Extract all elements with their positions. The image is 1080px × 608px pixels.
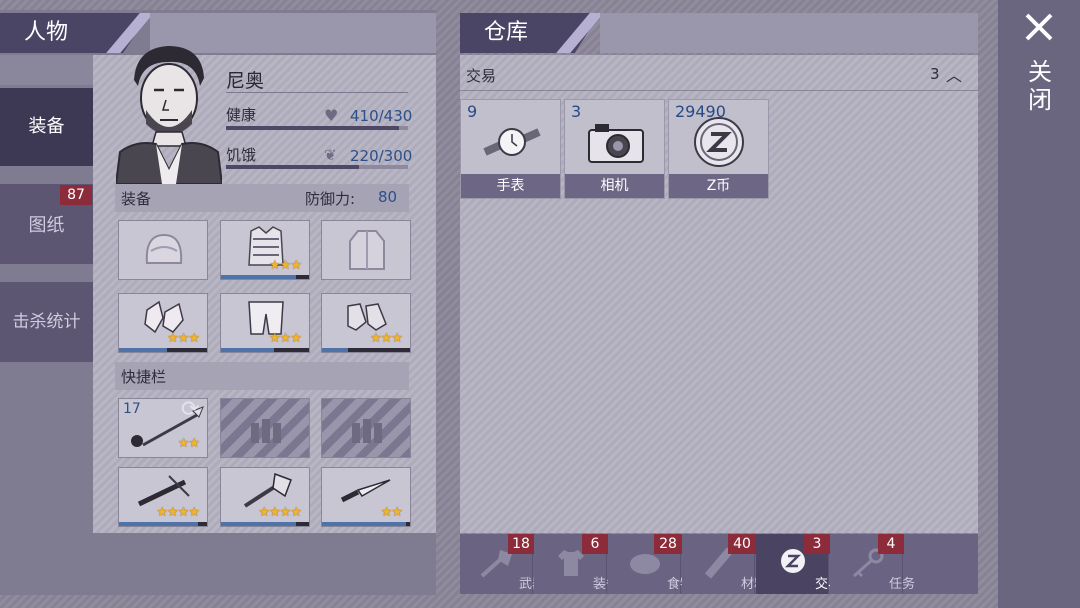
character-name: 尼奥 — [226, 70, 265, 92]
camera-icon — [588, 124, 644, 163]
jacket-icon — [349, 230, 385, 270]
item-count: 3 — [571, 102, 582, 121]
knife-icon — [340, 479, 391, 503]
durability-fill — [221, 275, 296, 279]
tab-badge: 40 — [728, 534, 756, 554]
quickbar-slot-axe[interactable]: ★★★★ — [220, 467, 310, 527]
equip-slot-gloves[interactable]: ★★★ — [118, 293, 208, 353]
z-coin-icon — [694, 117, 744, 167]
equip-slot-jacket[interactable] — [321, 220, 411, 280]
durability-bar — [221, 275, 309, 279]
durability-fill — [322, 522, 406, 526]
hunger-bar — [226, 165, 408, 169]
item-z-coin[interactable]: 29490 Z币 — [668, 99, 769, 199]
watch-icon — [483, 128, 541, 156]
durability-bar — [221, 348, 309, 352]
quickbar-slot-crossbow[interactable]: ★★★★ — [118, 467, 208, 527]
gloves-stars: ★★★ — [167, 331, 200, 346]
equip-slot-pants[interactable]: ★★★ — [220, 293, 310, 353]
tab-equipment[interactable]: 装备 — [0, 88, 93, 166]
stomach-icon: ❦ — [324, 146, 337, 164]
durability-fill — [119, 522, 199, 526]
tab-blueprints-label: 图纸 — [28, 215, 65, 236]
defense-label: 防御力: — [305, 190, 356, 208]
boots-stars: ★★★ — [370, 331, 403, 346]
locked-slot-icon — [352, 419, 382, 443]
hunger-value: 220/300 — [350, 147, 413, 165]
item-count: 9 — [467, 102, 478, 121]
durability-fill — [119, 348, 168, 352]
durability-bar — [322, 522, 410, 526]
health-bar-fill — [226, 126, 399, 130]
durability-fill — [221, 522, 296, 526]
quickbar-header: 快捷栏 — [115, 362, 409, 390]
quickbar-slot-locked — [220, 398, 310, 458]
health-label: 健康 — [226, 106, 257, 124]
tab-badge: 6 — [582, 534, 608, 554]
quickbar-slot-knife[interactable]: ★★ — [321, 467, 411, 527]
tab-badge: 28 — [654, 534, 682, 554]
item-camera[interactable]: 3 相机 — [564, 99, 665, 199]
pants-stars: ★★★ — [269, 331, 302, 346]
tab-label: 任务 — [888, 577, 915, 592]
defense-value: 80 — [378, 188, 398, 206]
spear-stars: ★★ — [177, 436, 200, 451]
helmet-icon — [145, 233, 183, 264]
equip-slot-boots[interactable]: ★★★ — [321, 293, 411, 353]
character-portrait — [114, 40, 224, 185]
tab-badge: 18 — [508, 534, 534, 554]
heart-icon: ♥ — [324, 106, 339, 125]
item-watch[interactable]: 9 手表 — [460, 99, 561, 199]
blueprints-badge: 87 — [60, 185, 92, 205]
quickbar-slot-locked — [321, 398, 411, 458]
durability-bar — [221, 522, 309, 526]
tab-kill-stats[interactable]: 击杀统计 — [0, 282, 93, 362]
durability-fill — [322, 348, 349, 352]
close-icon[interactable] — [1024, 12, 1054, 42]
hunger-label: 饥饿 — [226, 146, 257, 164]
durability-bar — [119, 522, 207, 526]
swap-icon[interactable]: ⟳ — [181, 399, 199, 422]
crossbow-stars: ★★★★ — [156, 505, 200, 520]
armor-stars: ★★★ — [269, 258, 302, 273]
equip-slot-armor[interactable]: ★★★ — [220, 220, 310, 280]
item-label: 相机 — [565, 174, 664, 198]
category-count: 3 — [930, 65, 940, 83]
health-value: 410/430 — [350, 107, 413, 125]
close-column[interactable]: 关闭 — [998, 0, 1080, 608]
durability-bar — [322, 348, 410, 352]
equip-slot-helmet[interactable] — [118, 220, 208, 280]
hunger-bar-fill — [226, 165, 359, 169]
category-header[interactable]: 交易 3 ︿ — [460, 60, 978, 91]
title-bar-fill — [600, 13, 978, 53]
quickbar-section-label: 快捷栏 — [121, 368, 167, 386]
equipment-section-label: 装备 — [121, 190, 152, 208]
z-coin-icon — [781, 549, 805, 573]
tab-badge: 3 — [804, 534, 830, 554]
health-bar — [226, 126, 408, 130]
close-label[interactable]: 关闭 — [1027, 58, 1053, 114]
axe-stars: ★★★★ — [258, 505, 302, 520]
locked-slot-icon — [251, 419, 281, 443]
knife-stars: ★★ — [380, 505, 403, 520]
durability-fill — [221, 348, 274, 352]
name-divider — [226, 92, 408, 93]
equipment-header: 装备 防御力: 80 — [115, 184, 409, 212]
category-label: 交易 — [466, 67, 497, 85]
durability-bar — [119, 348, 207, 352]
tab-badge: 4 — [878, 534, 904, 554]
item-label: Z币 — [669, 174, 768, 198]
chevron-up-icon[interactable]: ︿ — [946, 62, 962, 86]
quickbar-slot-1[interactable]: 17 ⟳ ★★ — [118, 398, 208, 458]
tab-spacer — [0, 55, 93, 85]
item-label: 手表 — [461, 174, 560, 198]
